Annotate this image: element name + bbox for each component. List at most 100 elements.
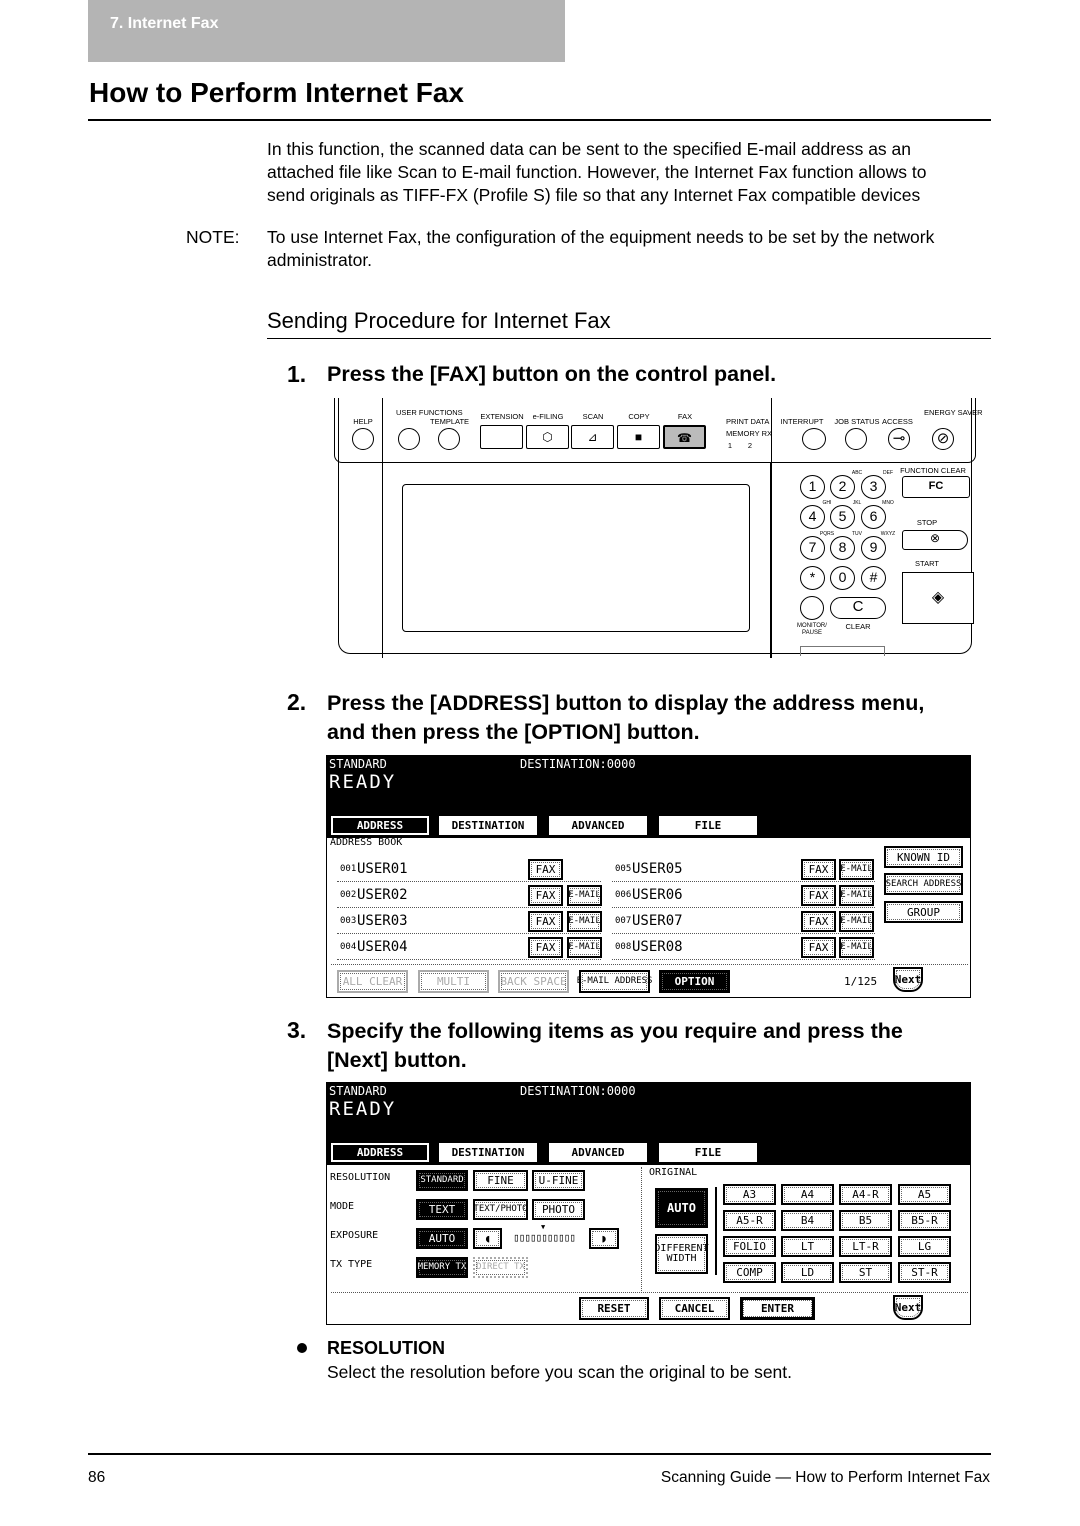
size-a3[interactable]: A3 bbox=[723, 1184, 776, 1205]
bottom-button-e-mail-address[interactable]: E-MAIL ADDRESS bbox=[577, 970, 652, 993]
access-button[interactable]: ⊸ bbox=[888, 428, 910, 450]
bottom-button-option[interactable]: OPTION bbox=[659, 970, 730, 993]
fax-button[interactable]: FAX bbox=[801, 859, 836, 880]
exposure-darker-button[interactable]: ◗ bbox=[589, 1228, 619, 1249]
help-button[interactable] bbox=[352, 428, 374, 450]
copy-button[interactable]: ■ bbox=[617, 425, 660, 449]
address-entry[interactable]: 002 USER02 FAX E-MAIL bbox=[337, 885, 602, 908]
option-direct-tx[interactable]: DIRECT TX bbox=[473, 1257, 528, 1278]
next-button[interactable]: Next bbox=[893, 967, 923, 992]
interrupt-button[interactable] bbox=[802, 428, 826, 450]
start-button[interactable]: ◈ bbox=[902, 572, 974, 624]
size-lt-r[interactable]: LT-R bbox=[839, 1236, 892, 1257]
size-a4-r[interactable]: A4-R bbox=[839, 1184, 892, 1205]
email-button[interactable]: E-MAIL bbox=[567, 911, 602, 932]
clear-button[interactable]: C bbox=[830, 597, 886, 619]
option-auto[interactable]: AUTO bbox=[416, 1228, 468, 1249]
email-button[interactable]: E-MAIL bbox=[839, 911, 874, 932]
email-button[interactable]: E-MAIL bbox=[567, 937, 602, 958]
size-st[interactable]: ST bbox=[839, 1262, 892, 1283]
option-u-fine[interactable]: U-FINE bbox=[532, 1170, 585, 1191]
fax-button[interactable]: FAX bbox=[801, 911, 836, 932]
size-a5-r[interactable]: A5-R bbox=[723, 1210, 776, 1231]
side-button-0[interactable]: KNOWN ID bbox=[884, 846, 963, 868]
size-lt[interactable]: LT bbox=[781, 1236, 834, 1257]
option-memory-tx[interactable]: MEMORY TX bbox=[416, 1257, 468, 1278]
job-status-button[interactable] bbox=[845, 428, 867, 450]
size-b5-r[interactable]: B5-R bbox=[898, 1210, 951, 1231]
tab-file[interactable]: FILE bbox=[659, 1143, 757, 1162]
button-cancel[interactable]: CANCEL bbox=[659, 1297, 730, 1320]
fax-button[interactable]: FAX bbox=[528, 937, 563, 958]
address-entry[interactable]: 005 USER05 FAX E-MAIL bbox=[612, 859, 875, 882]
energy-saver-button[interactable]: ⊘ bbox=[932, 428, 954, 450]
button-reset[interactable]: RESET bbox=[579, 1297, 649, 1320]
address-entry[interactable]: 003 USER03 FAX E-MAIL bbox=[337, 911, 602, 934]
email-button[interactable]: E-MAIL bbox=[839, 937, 874, 958]
option-photo[interactable]: PHOTO bbox=[532, 1199, 585, 1220]
next-button[interactable]: Next bbox=[893, 1295, 923, 1320]
option-text-photo[interactable]: TEXT/PHOTO bbox=[473, 1199, 528, 1220]
stop-button[interactable]: ⊗ bbox=[902, 530, 968, 550]
different-width-button[interactable]: DIFFERENT WIDTH bbox=[654, 1234, 709, 1274]
function-clear-button[interactable]: FC bbox=[902, 476, 970, 498]
keypad-key-3[interactable]: 3 bbox=[861, 475, 886, 499]
tab-destination[interactable]: DESTINATION bbox=[439, 816, 537, 835]
size-b4[interactable]: B4 bbox=[781, 1210, 834, 1231]
option-standard[interactable]: STANDARD bbox=[416, 1170, 468, 1191]
tab-advanced[interactable]: ADVANCED bbox=[549, 816, 647, 835]
bottom-button-multi[interactable]: MULTI bbox=[418, 970, 489, 993]
tab-file[interactable]: FILE bbox=[659, 816, 757, 835]
size-folio[interactable]: FOLIO bbox=[723, 1236, 776, 1257]
size-lg[interactable]: LG bbox=[898, 1236, 951, 1257]
user-functions-button[interactable] bbox=[398, 428, 420, 450]
email-button[interactable]: E-MAIL bbox=[567, 885, 602, 906]
fax-button[interactable]: FAX bbox=[528, 859, 563, 880]
address-entry[interactable]: 007 USER07 FAX E-MAIL bbox=[612, 911, 875, 934]
extension-button[interactable] bbox=[480, 425, 523, 449]
keypad-key-9[interactable]: 9 bbox=[861, 536, 886, 560]
address-entry[interactable]: 004 USER04 FAX E-MAIL bbox=[337, 937, 602, 960]
template-button[interactable] bbox=[438, 428, 460, 450]
fax-button[interactable]: FAX bbox=[528, 885, 563, 906]
monitor-pause-button[interactable] bbox=[800, 596, 824, 620]
keypad-key-1[interactable]: 1 bbox=[800, 475, 825, 499]
side-button-1[interactable]: SEARCH ADDRESS bbox=[884, 873, 963, 895]
address-entry[interactable]: 008 USER08 FAX E-MAIL bbox=[612, 937, 875, 960]
tab-destination[interactable]: DESTINATION bbox=[439, 1143, 537, 1162]
tab-address[interactable]: ADDRESS bbox=[331, 1143, 429, 1162]
keypad-key-6[interactable]: 6 bbox=[861, 505, 886, 529]
bottom-button-back-space[interactable]: BACK SPACE bbox=[498, 970, 569, 993]
option-fine[interactable]: FINE bbox=[473, 1170, 528, 1191]
keypad-key-8[interactable]: 8 bbox=[830, 536, 855, 560]
fax-button[interactable]: ☎ bbox=[663, 425, 706, 449]
tab-address[interactable]: ADDRESS bbox=[331, 816, 429, 835]
size-a4[interactable]: A4 bbox=[781, 1184, 834, 1205]
option-text[interactable]: TEXT bbox=[416, 1199, 468, 1220]
exposure-scale[interactable]: ▯▯▯▯▯▯▯▯▯▯▯ bbox=[513, 1231, 579, 1245]
keypad-key-#[interactable]: # bbox=[861, 566, 886, 590]
button-enter[interactable]: ENTER bbox=[740, 1297, 815, 1320]
side-button-2[interactable]: GROUP bbox=[884, 901, 963, 923]
size-comp[interactable]: COMP bbox=[723, 1262, 776, 1283]
fax-button[interactable]: FAX bbox=[801, 937, 836, 958]
size-ld[interactable]: LD bbox=[781, 1262, 834, 1283]
email-button[interactable]: E-MAIL bbox=[839, 885, 874, 906]
fax-button[interactable]: FAX bbox=[801, 885, 836, 906]
keypad-key-5[interactable]: 5 bbox=[830, 505, 855, 529]
efiling-button[interactable]: ⬡ bbox=[526, 425, 569, 449]
keypad-key-2[interactable]: 2 bbox=[830, 475, 855, 499]
size-st-r[interactable]: ST-R bbox=[898, 1262, 951, 1283]
size-a5[interactable]: A5 bbox=[898, 1184, 951, 1205]
keypad-key-7[interactable]: 7 bbox=[800, 536, 825, 560]
fax-button[interactable]: FAX bbox=[528, 911, 563, 932]
tab-advanced[interactable]: ADVANCED bbox=[549, 1143, 647, 1162]
original-auto-button[interactable]: AUTO bbox=[655, 1188, 708, 1228]
scan-button[interactable]: ⊿ bbox=[571, 425, 614, 449]
exposure-lighter-button[interactable]: ◖ bbox=[473, 1228, 502, 1249]
keypad-key-4[interactable]: 4 bbox=[800, 505, 825, 529]
size-b5[interactable]: B5 bbox=[839, 1210, 892, 1231]
keypad-key-*[interactable]: * bbox=[800, 566, 825, 590]
email-button[interactable]: E-MAIL bbox=[839, 859, 874, 880]
address-entry[interactable]: 006 USER06 FAX E-MAIL bbox=[612, 885, 875, 908]
